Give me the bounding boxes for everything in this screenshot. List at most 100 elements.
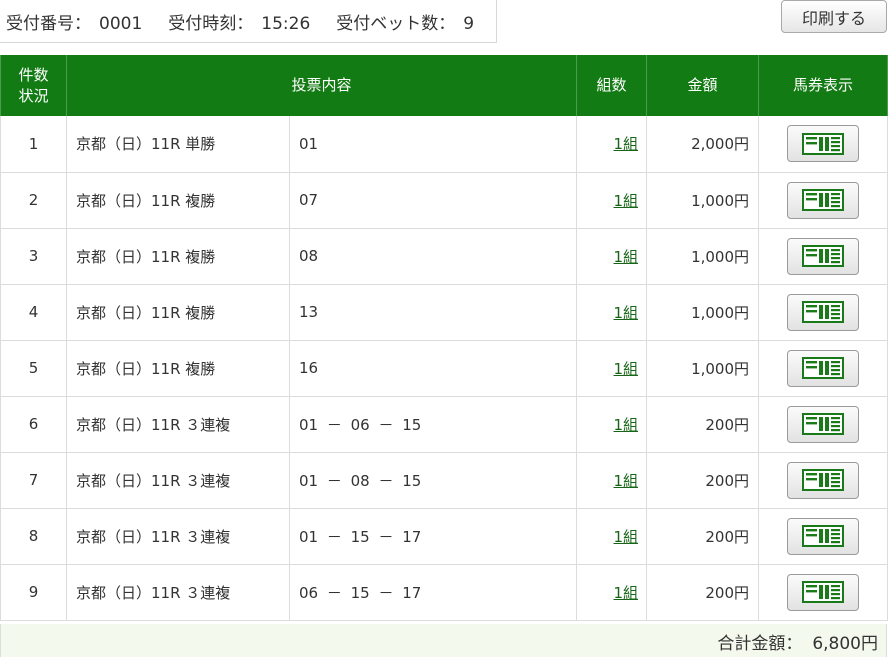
- row-number: 8: [0, 508, 67, 565]
- row-ticket-cell: [758, 564, 889, 621]
- table-row: 7 京都（日）11R ３連複 01 － 08 － 15 1組 200円: [0, 452, 889, 509]
- ticket-icon: [802, 189, 845, 211]
- header-number-label: 件数: [18, 65, 49, 84]
- bet-table: 件数 状況 投票内容 組数 金額 馬券表示 1 京都（日）11R 単勝 01 1組 2,…: [0, 55, 889, 621]
- ticket-display-button[interactable]: [787, 573, 860, 611]
- total-bar: 合計金額： 6,800円: [0, 624, 887, 657]
- total-label: 合計金額：: [717, 634, 803, 654]
- receipt-number-value: 0001: [99, 13, 143, 34]
- header-kumi: 組数: [576, 55, 648, 116]
- row-number: 1: [0, 116, 67, 173]
- header-ticket: 馬券表示: [758, 55, 889, 116]
- table-row: 4 京都（日）11R 複勝 13 1組 1,000円: [0, 284, 889, 341]
- row-selection: 16: [289, 340, 578, 397]
- row-ticket-cell: [758, 116, 889, 173]
- row-amount: 2,000円: [646, 116, 760, 173]
- table-row: 5 京都（日）11R 複勝 16 1組 1,000円: [0, 340, 889, 397]
- receipt-time: 受付時刻： 15:26: [168, 9, 310, 34]
- header-status-label: 状況: [18, 86, 49, 105]
- row-race: 京都（日）11R ３連複: [66, 508, 290, 565]
- table-row: 3 京都（日）11R 複勝 08 1組 1,000円: [0, 228, 889, 285]
- row-selection: 01: [289, 116, 578, 173]
- row-number: 6: [0, 396, 67, 453]
- row-race: 京都（日）11R 複勝: [66, 340, 290, 397]
- bet-count-value: 9: [463, 13, 475, 34]
- row-ticket-cell: [758, 340, 889, 397]
- row-selection: 06 － 15 － 17: [289, 564, 578, 621]
- row-kumi-link[interactable]: 1組: [613, 472, 638, 490]
- receipt-number-label: 受付番号：: [6, 13, 91, 34]
- row-ticket-cell: [758, 508, 889, 565]
- row-number: 5: [0, 340, 67, 397]
- bet-rows: 1 京都（日）11R 単勝 01 1組 2,000円 2 京都（日）11R 複勝 07 1組 1,…: [0, 116, 889, 621]
- row-kumi-link[interactable]: 1組: [613, 416, 638, 434]
- row-amount: 1,000円: [646, 284, 760, 341]
- receipt-number: 受付番号： 0001: [6, 9, 142, 34]
- ticket-display-button[interactable]: [787, 461, 860, 499]
- row-kumi-link[interactable]: 1組: [613, 248, 638, 266]
- ticket-icon: [802, 413, 845, 435]
- row-kumi-cell: 1組: [576, 340, 648, 397]
- row-number: 9: [0, 564, 67, 621]
- ticket-display-button[interactable]: [787, 125, 860, 163]
- ticket-icon: [802, 469, 845, 491]
- table-row: 9 京都（日）11R ３連複 06 － 15 － 17 1組 200円: [0, 564, 889, 621]
- row-ticket-cell: [758, 284, 889, 341]
- row-amount: 200円: [646, 452, 760, 509]
- ticket-display-button[interactable]: [787, 181, 860, 219]
- row-amount: 200円: [646, 396, 760, 453]
- ticket-display-button[interactable]: [787, 405, 860, 443]
- row-race: 京都（日）11R ３連複: [66, 396, 290, 453]
- bet-receipt-page: 受付番号： 0001 受付時刻： 15:26 受付ベット数： 9 印刷する 件数 状況…: [0, 0, 890, 657]
- receipt-time-label: 受付時刻：: [168, 13, 254, 34]
- row-kumi-link[interactable]: 1組: [613, 304, 638, 322]
- row-ticket-cell: [758, 172, 889, 229]
- row-kumi-cell: 1組: [576, 452, 648, 509]
- table-header-row: 件数 状況 投票内容 組数 金額 馬券表示: [0, 55, 889, 116]
- ticket-display-button[interactable]: [787, 349, 860, 387]
- row-ticket-cell: [758, 396, 889, 453]
- header-content: 投票内容: [65, 55, 578, 116]
- row-selection: 07: [289, 172, 578, 229]
- row-ticket-cell: [758, 452, 889, 509]
- row-selection: 01 － 08 － 15: [289, 452, 578, 509]
- ticket-display-button[interactable]: [787, 237, 860, 275]
- row-kumi-cell: 1組: [576, 172, 648, 229]
- row-race: 京都（日）11R ３連複: [66, 452, 290, 509]
- ticket-display-button[interactable]: [787, 293, 860, 331]
- row-ticket-cell: [758, 228, 889, 285]
- row-selection: 13: [289, 284, 578, 341]
- ticket-icon: [802, 132, 845, 155]
- row-race: 京都（日）11R 複勝: [66, 228, 290, 285]
- ticket-icon: [802, 525, 845, 547]
- row-kumi-cell: 1組: [576, 116, 648, 173]
- row-amount: 1,000円: [646, 172, 760, 229]
- print-button[interactable]: 印刷する: [781, 0, 887, 33]
- row-number: 4: [0, 284, 67, 341]
- ticket-icon: [802, 301, 845, 323]
- total-value: 6,800円: [812, 634, 878, 654]
- row-kumi-link[interactable]: 1組: [613, 135, 638, 153]
- ticket-icon: [802, 357, 845, 379]
- receipt-time-value: 15:26: [261, 13, 311, 34]
- ticket-display-button[interactable]: [787, 517, 860, 555]
- row-kumi-link[interactable]: 1組: [613, 584, 638, 602]
- row-kumi-link[interactable]: 1組: [613, 192, 638, 210]
- table-row: 2 京都（日）11R 複勝 07 1組 1,000円: [0, 172, 889, 229]
- row-amount: 200円: [646, 508, 760, 565]
- row-kumi-cell: 1組: [576, 228, 648, 285]
- row-amount: 200円: [646, 564, 760, 621]
- row-kumi-cell: 1組: [576, 284, 648, 341]
- row-selection: 01 － 06 － 15: [289, 396, 578, 453]
- row-amount: 1,000円: [646, 340, 760, 397]
- row-race: 京都（日）11R 単勝: [66, 116, 290, 173]
- row-kumi-cell: 1組: [576, 508, 648, 565]
- row-selection: 01 － 15 － 17: [289, 508, 578, 565]
- row-kumi-link[interactable]: 1組: [613, 360, 638, 378]
- row-kumi-link[interactable]: 1組: [613, 528, 638, 546]
- table-row: 1 京都（日）11R 単勝 01 1組 2,000円: [0, 116, 889, 173]
- table-row: 8 京都（日）11R ３連複 01 － 15 － 17 1組 200円: [0, 508, 889, 565]
- header-amount: 金額: [646, 55, 760, 116]
- receipt-info: 受付番号： 0001 受付時刻： 15:26 受付ベット数： 9: [0, 0, 497, 43]
- row-kumi-cell: 1組: [576, 564, 648, 621]
